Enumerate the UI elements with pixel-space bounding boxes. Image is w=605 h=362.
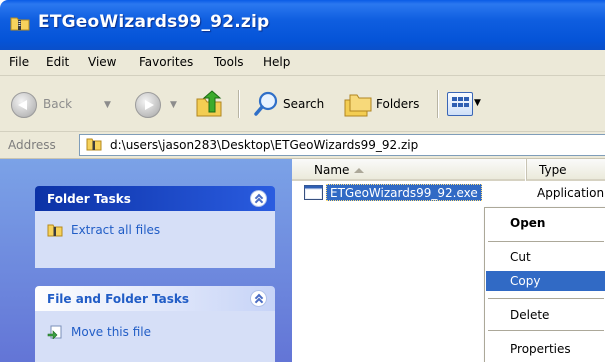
folder-tasks-panel: Folder Tasks Extract all files bbox=[35, 186, 275, 268]
menu-help[interactable]: Help bbox=[263, 55, 290, 69]
context-menu-open-label: Open bbox=[510, 216, 546, 230]
context-menu: Open Cut Copy Delete Properties bbox=[484, 207, 605, 362]
menu-bar: File Edit View Favorites Tools Help bbox=[0, 50, 605, 76]
collapse-icon[interactable] bbox=[250, 190, 267, 207]
folders-label: Folders bbox=[376, 97, 420, 111]
move-this-file-link[interactable]: Move this file bbox=[47, 325, 151, 339]
folder-up-icon[interactable] bbox=[195, 90, 225, 118]
address-label: Address bbox=[8, 138, 56, 152]
menu-separator bbox=[488, 330, 604, 331]
exe-file-icon bbox=[304, 185, 323, 200]
address-value: d:\users\jason283\Desktop\ETGeoWizards99… bbox=[110, 138, 419, 152]
back-arrow-icon bbox=[11, 92, 37, 118]
column-header-type[interactable]: Type bbox=[526, 159, 605, 181]
back-dropdown-icon[interactable]: ▼ bbox=[104, 100, 111, 110]
extract-icon bbox=[47, 224, 63, 237]
explorer-window: ETGeoWizards99_92.zip File Edit View Fav… bbox=[0, 0, 605, 362]
menu-separator bbox=[488, 298, 604, 299]
extract-all-files-label: Extract all files bbox=[71, 223, 161, 237]
move-file-icon bbox=[47, 325, 62, 339]
menu-separator bbox=[488, 241, 604, 242]
context-menu-cut-label: Cut bbox=[510, 250, 531, 264]
back-label: Back bbox=[43, 97, 73, 111]
file-folder-tasks-title: File and Folder Tasks bbox=[47, 292, 190, 306]
title-bar[interactable]: ETGeoWizards99_92.zip bbox=[0, 0, 605, 50]
forward-dropdown-icon[interactable]: ▼ bbox=[170, 100, 177, 110]
zip-folder-icon bbox=[10, 17, 30, 31]
toolbar-separator bbox=[437, 90, 438, 118]
file-row[interactable]: ETGeoWizards99_92.exe Application bbox=[304, 183, 604, 203]
views-icon bbox=[447, 92, 473, 116]
context-menu-delete-label: Delete bbox=[510, 308, 550, 322]
menu-edit[interactable]: Edit bbox=[46, 55, 69, 69]
toolbar-separator bbox=[238, 90, 239, 118]
context-menu-copy-label: Copy bbox=[510, 274, 541, 288]
views-dropdown-icon[interactable]: ▼ bbox=[474, 98, 481, 108]
context-menu-copy[interactable]: Copy bbox=[486, 271, 605, 291]
toolbar: Back ▼ ▼ Search Folders ▼ bbox=[0, 76, 605, 132]
context-menu-properties[interactable]: Properties bbox=[486, 339, 605, 359]
column-type-label: Type bbox=[539, 163, 567, 177]
menu-favorites[interactable]: Favorites bbox=[139, 55, 193, 69]
window-title: ETGeoWizards99_92.zip bbox=[38, 12, 270, 32]
menu-file[interactable]: File bbox=[9, 55, 29, 69]
address-input[interactable]: d:\users\jason283\Desktop\ETGeoWizards99… bbox=[79, 134, 605, 156]
address-bar: Address d:\users\jason283\Desktop\ETGeoW… bbox=[0, 132, 605, 159]
menu-tools[interactable]: Tools bbox=[214, 55, 244, 69]
task-pane: Folder Tasks Extract all files File and … bbox=[0, 159, 292, 362]
file-folder-tasks-header[interactable]: File and Folder Tasks bbox=[35, 286, 275, 311]
context-menu-properties-label: Properties bbox=[510, 342, 571, 356]
context-menu-cut[interactable]: Cut bbox=[486, 247, 605, 267]
zip-folder-icon bbox=[86, 138, 102, 151]
file-folder-tasks-panel: File and Folder Tasks Move this file bbox=[35, 286, 275, 362]
column-header-name[interactable]: Name bbox=[292, 159, 525, 181]
collapse-icon[interactable] bbox=[250, 290, 267, 307]
context-menu-delete[interactable]: Delete bbox=[486, 305, 605, 325]
column-name-label: Name bbox=[314, 163, 350, 177]
move-this-file-label: Move this file bbox=[71, 325, 151, 339]
search-icon bbox=[254, 91, 278, 116]
file-folder-tasks-body: Move this file bbox=[35, 311, 275, 362]
forward-arrow-icon bbox=[135, 92, 161, 118]
folder-tasks-title: Folder Tasks bbox=[47, 192, 131, 206]
file-name: ETGeoWizards99_92.exe bbox=[326, 184, 482, 201]
extract-all-files-link[interactable]: Extract all files bbox=[47, 223, 160, 237]
search-label: Search bbox=[283, 97, 325, 111]
sort-ascending-icon bbox=[354, 168, 364, 173]
menu-view[interactable]: View bbox=[88, 55, 116, 69]
file-type: Application bbox=[537, 186, 605, 200]
folder-tasks-body: Extract all files bbox=[35, 211, 275, 268]
context-menu-open[interactable]: Open bbox=[486, 213, 605, 233]
folders-icon bbox=[344, 94, 372, 117]
folder-tasks-header[interactable]: Folder Tasks bbox=[35, 186, 275, 211]
